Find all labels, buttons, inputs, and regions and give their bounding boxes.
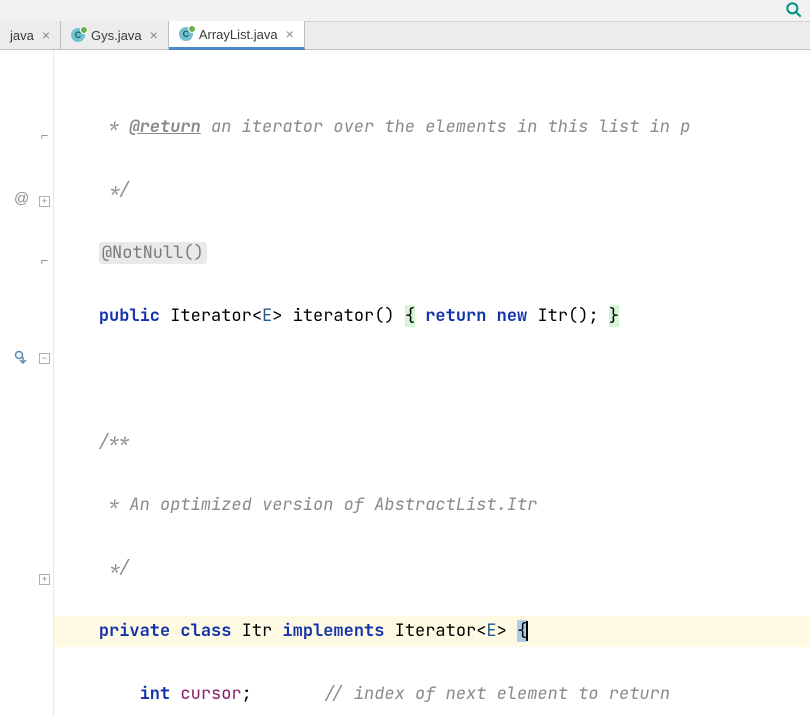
- implements-method-icon[interactable]: [14, 350, 28, 367]
- line-number-gutter[interactable]: @: [0, 50, 36, 717]
- override-annotation-icon[interactable]: @: [14, 190, 29, 207]
- fold-gutter[interactable]: ⌐ + ⌐ − +: [36, 50, 54, 717]
- fold-end-icon[interactable]: ⌐: [39, 255, 50, 266]
- fold-minus-icon[interactable]: −: [39, 353, 50, 364]
- tab-label: java: [10, 28, 34, 43]
- text-caret: [526, 621, 528, 641]
- class-icon: C: [179, 27, 193, 41]
- editor-tab-bar: java × C Gys.java × C ArrayList.java ×: [0, 22, 810, 50]
- tab-arraylist[interactable]: C ArrayList.java ×: [169, 21, 305, 50]
- fold-plus-icon[interactable]: +: [39, 574, 50, 585]
- close-icon[interactable]: ×: [40, 27, 52, 43]
- fold-plus-icon[interactable]: +: [39, 196, 50, 207]
- close-icon[interactable]: ×: [284, 26, 296, 42]
- tab-label: Gys.java: [91, 28, 142, 43]
- search-icon[interactable]: [784, 0, 804, 20]
- tab-label: ArrayList.java: [199, 27, 278, 42]
- code-editor[interactable]: * @return an iterator over the elements …: [54, 50, 810, 717]
- close-icon[interactable]: ×: [148, 27, 160, 43]
- class-icon: C: [71, 28, 85, 42]
- fold-end-icon[interactable]: ⌐: [39, 130, 50, 141]
- tab-java[interactable]: java ×: [0, 21, 61, 49]
- tab-gys[interactable]: C Gys.java ×: [61, 21, 169, 49]
